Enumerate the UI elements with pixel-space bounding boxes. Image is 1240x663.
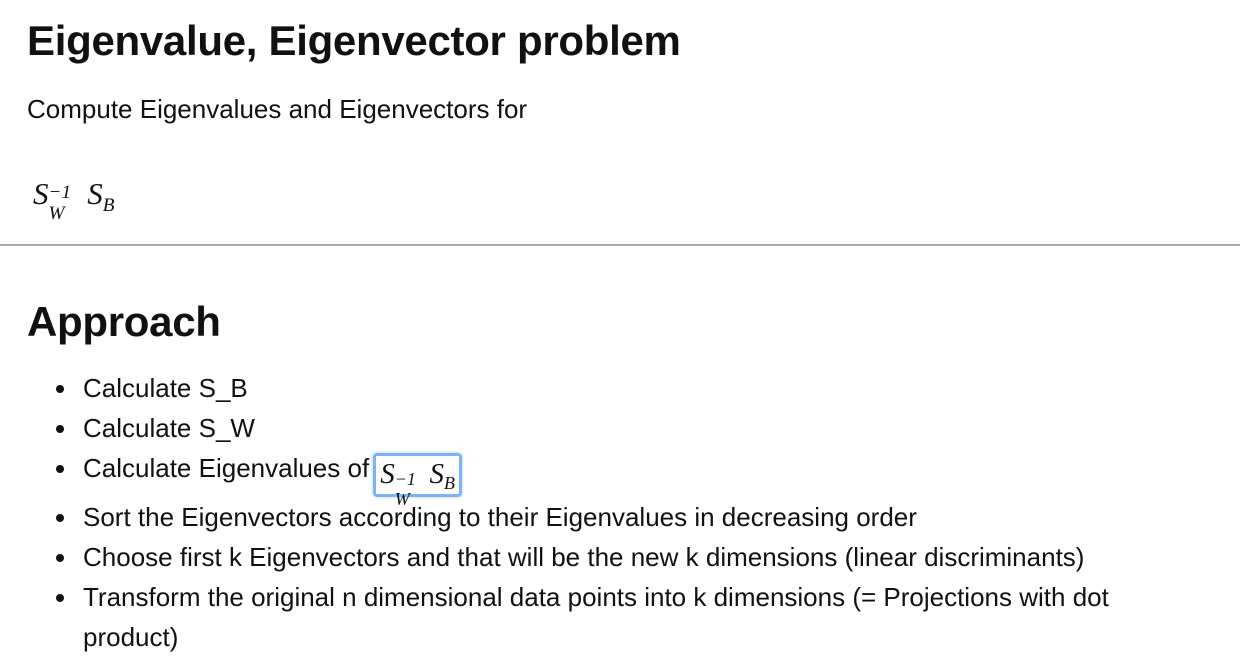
step-text: Calculate Eigenvalues of bbox=[83, 453, 370, 483]
section-title-approach: Approach bbox=[27, 298, 221, 345]
selected-inline-formula[interactable]: S −1 W SB bbox=[373, 453, 462, 509]
step-text: Transform the original n dimensional dat… bbox=[83, 582, 1109, 652]
display-formula: S −1 W SB bbox=[33, 176, 114, 224]
step-text: Choose first k Eigenvectors and that wil… bbox=[83, 542, 1085, 572]
list-item: Calculate S_B bbox=[0, 368, 1220, 408]
step-text: Calculate S_W bbox=[83, 413, 255, 443]
formula-sup-1: −1 bbox=[48, 181, 72, 203]
formula-base-2: S bbox=[429, 458, 444, 490]
horizontal-divider bbox=[0, 244, 1240, 246]
list-item: Calculate S_W bbox=[0, 408, 1220, 448]
section-title-eigen-problem: Eigenvalue, Eigenvector problem bbox=[27, 17, 681, 64]
intro-text: Compute Eigenvalues and Eigenvectors for bbox=[27, 94, 528, 124]
list-item: Transform the original n dimensional dat… bbox=[0, 577, 1220, 657]
list-item: Calculate Eigenvalues of S −1 W SB bbox=[0, 448, 1220, 509]
formula-base-1: S bbox=[33, 176, 49, 211]
document-page: Eigenvalue, Eigenvector problem Compute … bbox=[0, 0, 1240, 663]
step-text: Calculate S_B bbox=[83, 373, 248, 403]
step-text: Sort the Eigenvectors according to their… bbox=[83, 502, 917, 532]
formula-base-2: S bbox=[87, 176, 103, 211]
formula-base-1: S bbox=[380, 458, 395, 490]
formula-sub-1: W bbox=[48, 203, 65, 225]
formula-sub-2: B bbox=[102, 194, 115, 216]
list-item: Sort the Eigenvectors according to their… bbox=[0, 497, 1220, 537]
list-item: Choose first k Eigenvectors and that wil… bbox=[0, 537, 1220, 577]
approach-steps-list: Calculate S_B Calculate S_W Calculate Ei… bbox=[0, 368, 1220, 657]
formula-sub-2: B bbox=[443, 473, 455, 494]
